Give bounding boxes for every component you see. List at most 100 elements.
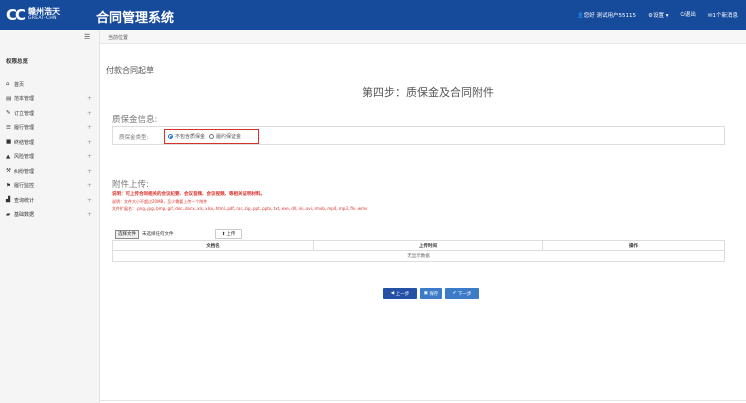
- sidebar-item[interactable]: ⚒ 纠纷管理 +: [0, 164, 100, 179]
- settings-label: 设置: [652, 12, 664, 19]
- user-greeting[interactable]: 👤您好 测试用户55115: [577, 11, 636, 19]
- warranty-type-options: 不包含质保金 履约保证金: [164, 128, 259, 144]
- warranty-section-title: 质保金信息:: [112, 115, 158, 125]
- sidebar-item-label: 查询统计: [14, 197, 35, 204]
- attachment-size-desc: 说明：文件大小不超过20MB，至少需要上传一个附件: [112, 199, 208, 204]
- sidebar-title: 权限总览: [6, 59, 29, 65]
- gavel-icon: ⚒: [6, 168, 11, 175]
- attachment-table: 文档名 上传时间 操作 无显示数据: [112, 240, 725, 262]
- expand-plus-icon[interactable]: +: [87, 124, 92, 131]
- company-logo[interactable]: CC 赣州浩天 GREAT-CHN: [6, 6, 60, 24]
- radio-dot-unchecked[interactable]: [209, 133, 215, 139]
- warranty-box: 质保金类型: 不包含质保金 履约保证金: [112, 126, 725, 145]
- table-row: 无显示数据: [112, 250, 725, 262]
- breadcrumb: 当前位置: [108, 34, 129, 41]
- sidebar: 权限总览 ⌂ 首页 ▤ 范本管理 + ✎ 订立管理 + ☰ 履行管理 + ■ 终结管理 + ▲ 风险管理 + ⚒ 纠…: [0, 30, 100, 403]
- home-icon: ⌂: [6, 81, 10, 88]
- settings-menu[interactable]: ⚙设置 ▾: [648, 11, 668, 19]
- sidebar-item[interactable]: ▤ 范本管理 +: [0, 92, 100, 107]
- logo-text: 赣州浩天 GREAT-CHN: [28, 8, 60, 22]
- system-title: 合同管理系统: [96, 11, 175, 26]
- radio-no-warranty[interactable]: 不包含质保金: [168, 133, 205, 140]
- sidebar-item[interactable]: ▟ 查询统计 +: [0, 193, 100, 208]
- sidebar-item[interactable]: ⚑ 履行监控 +: [0, 179, 100, 194]
- sidebar-item-label: 范本管理: [14, 96, 35, 103]
- sidebar-item[interactable]: ⌂ 首页: [0, 77, 100, 92]
- file-upload-row: 选择文件 未选择任何文件 ⬆ 上传: [115, 229, 242, 239]
- save-label: 保存: [429, 291, 439, 297]
- sidebar-item[interactable]: ▰ 基础数据 +: [0, 208, 100, 223]
- breadcrumb-bar: ☰ 当前位置: [84, 30, 746, 44]
- upload-button[interactable]: ⬆ 上传: [215, 229, 242, 239]
- step-title-text: 第四步：质保金及合同附件: [362, 86, 494, 99]
- monitor-icon: ⚑: [6, 182, 11, 189]
- sidebar-item[interactable]: ✎ 订立管理 +: [0, 106, 100, 121]
- attachment-section-title: 附件上传:: [112, 180, 149, 190]
- sidebar-item[interactable]: ■ 终结管理 +: [0, 135, 100, 150]
- messages-link[interactable]: ✉1个新消息: [708, 11, 738, 19]
- expand-plus-icon[interactable]: +: [87, 153, 92, 160]
- exit-button[interactable]: ⏻退出: [681, 10, 696, 19]
- sidebar-item-label: 订立管理: [14, 110, 35, 117]
- chart-icon: ▟: [6, 197, 11, 204]
- page-title: 付款合同起草: [106, 66, 154, 75]
- folder-icon: ■: [6, 139, 12, 146]
- radio-performance-bond-label: 履约保证金: [216, 133, 242, 140]
- col-actions: 操作: [542, 240, 725, 251]
- check-icon: ✔: [452, 291, 457, 296]
- table-header-row: 文档名 上传时间 操作: [112, 240, 725, 251]
- expand-plus-icon[interactable]: +: [87, 110, 92, 117]
- sidebar-item[interactable]: ▲ 风险管理 +: [0, 150, 100, 165]
- top-header: CC 赣州浩天 GREAT-CHN 合同管理系统 👤您好 测试用户55115 ⚙…: [0, 0, 746, 30]
- header-user-area: 👤您好 测试用户55115 ⚙设置 ▾ ⏻退出 ✉1个新消息: [577, 10, 738, 19]
- expand-plus-icon[interactable]: +: [87, 95, 92, 102]
- radio-no-warranty-label: 不包含质保金: [175, 133, 206, 140]
- radio-dot-checked[interactable]: [168, 133, 173, 139]
- expand-plus-icon[interactable]: +: [87, 139, 92, 146]
- edit-icon: ✎: [6, 110, 11, 117]
- prev-step-button[interactable]: ◀ 上一步: [383, 288, 417, 299]
- user-greeting-text: 您好 测试用户55115: [583, 12, 637, 19]
- warranty-type-label: 质保金类型:: [119, 135, 149, 141]
- expand-plus-icon[interactable]: +: [87, 168, 92, 175]
- choose-file-button[interactable]: 选择文件: [115, 229, 139, 239]
- footer-divider: [100, 400, 746, 401]
- warning-icon: ▲: [6, 153, 11, 160]
- no-file-text: 未选择任何文件: [142, 232, 174, 237]
- arrow-left-icon: ◀: [390, 291, 395, 296]
- attachment-ext-desc: 文件扩展名：.png,.jpg,.bmp,.gif,.doc,.docx,.xl…: [112, 206, 368, 211]
- main-content: 付款合同起草 第四步：质保金及合同附件 质保金信息: 质保金类型: 不包含质保金…: [100, 44, 746, 403]
- prev-label: 上一步: [395, 291, 410, 297]
- sidebar-item-label: 纠纷管理: [14, 168, 35, 175]
- sidebar-item-label: 基础数据: [14, 212, 35, 219]
- table-empty-cell: 无显示数据: [112, 250, 725, 262]
- sidebar-item-label: 终结管理: [14, 139, 35, 146]
- next-label: 下一步: [457, 291, 472, 297]
- upload-label: 上传: [226, 232, 236, 237]
- sidebar-item-label: 履行监控: [14, 183, 35, 190]
- step-title: 第四步：质保金及合同附件: [100, 84, 746, 100]
- logo-mark-icon: CC: [6, 6, 26, 24]
- messages-label: 1个新消息: [712, 12, 739, 19]
- file-icon: ▤: [6, 95, 12, 102]
- save-button[interactable]: ▣ 保存: [420, 288, 442, 299]
- chevron-down-icon: ▾: [665, 12, 669, 19]
- radio-performance-bond[interactable]: 履约保证金: [209, 133, 241, 140]
- sidebar-item-label: 首页: [14, 81, 25, 88]
- user-icon: 👤: [576, 12, 584, 19]
- menu-toggle-icon[interactable]: ☰: [84, 33, 90, 41]
- col-upload-time: 上传时间: [313, 240, 543, 251]
- expand-plus-icon[interactable]: +: [87, 211, 92, 218]
- upload-icon: ⬆: [221, 231, 226, 237]
- next-step-button[interactable]: ✔ 下一步: [445, 288, 479, 299]
- sidebar-item-label: 风险管理: [14, 154, 35, 161]
- list-icon: ☰: [6, 124, 11, 131]
- save-icon: ▣: [423, 291, 428, 296]
- expand-plus-icon[interactable]: +: [87, 197, 92, 204]
- attachment-note: 说明：可上传合同相关的会议纪要、会议音频、会议视频、等相关证明材料。: [112, 192, 265, 197]
- col-doc-name: 文档名: [112, 240, 314, 251]
- expand-plus-icon[interactable]: +: [87, 182, 92, 189]
- step-actions: ◀ 上一步 ▣ 保存 ✔ 下一步: [100, 288, 746, 299]
- sidebar-item[interactable]: ☰ 履行管理 +: [0, 121, 100, 136]
- logo-en: GREAT-CHN: [28, 16, 57, 22]
